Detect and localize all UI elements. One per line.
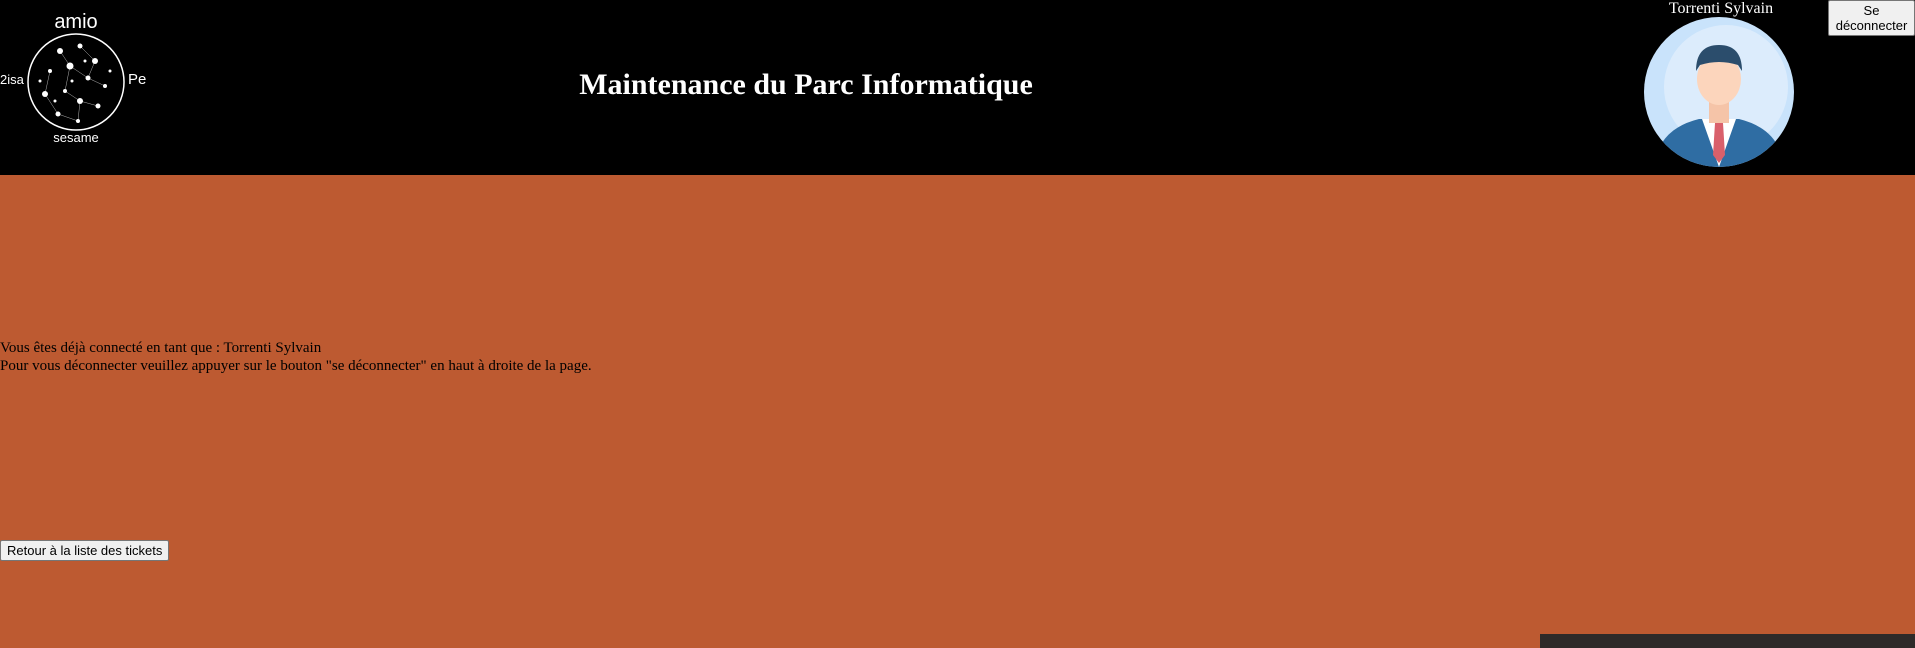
footer-bar — [1540, 634, 1915, 648]
connection-message: Vous êtes déjà connecté en tant que : To… — [0, 339, 592, 375]
user-name: Torrenti Sylvain — [1668, 0, 1774, 17]
svg-text:amio: amio — [54, 11, 97, 33]
message-line-1: Vous êtes déjà connecté en tant que : To… — [0, 340, 322, 356]
user-avatar — [1644, 17, 1794, 167]
message-line-2: Pour vous déconnecter veuillez appuyer s… — [0, 358, 592, 374]
logout-button[interactable]: Se déconnecter — [1828, 0, 1915, 36]
svg-text:sesame: sesame — [53, 130, 99, 145]
page-title: Maintenance du Parc Informatique — [579, 68, 1033, 101]
back-to-tickets-button[interactable]: Retour à la liste des tickets — [0, 540, 170, 561]
header: amio sesame 2isa Pe Maintenance du Parc … — [0, 0, 1915, 175]
